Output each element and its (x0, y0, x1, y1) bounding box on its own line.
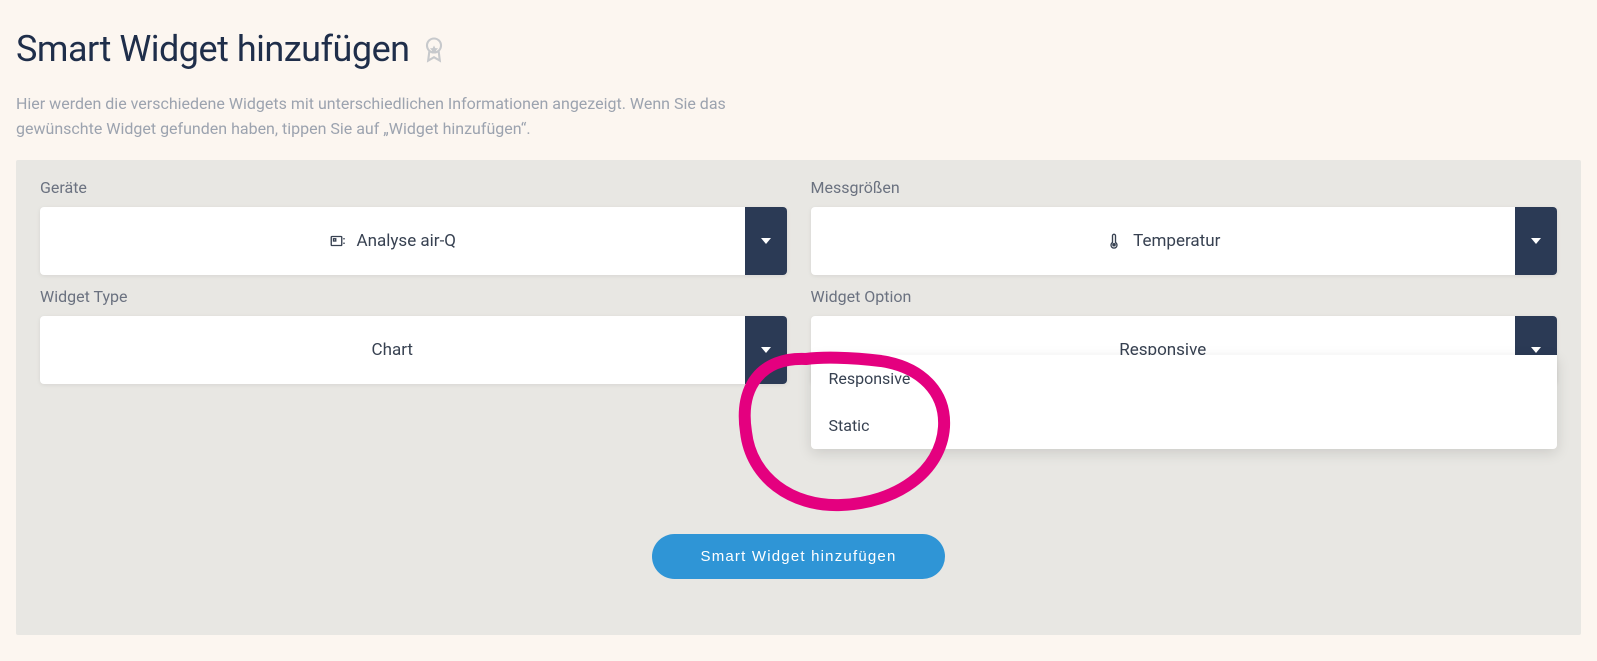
measures-selected-value: Temperatur (1133, 231, 1220, 251)
devices-dropdown-toggle[interactable] (745, 207, 787, 275)
chevron-down-icon (1531, 347, 1541, 353)
measures-dropdown-toggle[interactable] (1515, 207, 1557, 275)
widget-type-label: Widget Type (40, 287, 787, 306)
measures-select[interactable]: Temperatur (811, 207, 1516, 275)
widget-option-item-responsive[interactable]: Responsive (811, 355, 1558, 402)
device-rectangle-icon (329, 232, 347, 250)
award-ribbon-icon (420, 35, 448, 63)
chevron-down-icon (1531, 238, 1541, 244)
widget-option-label: Widget Option (811, 287, 1558, 306)
widget-type-dropdown-toggle[interactable] (745, 316, 787, 384)
widget-type-selected-value: Chart (372, 340, 413, 360)
page-title: Smart Widget hinzufügen (16, 28, 410, 70)
devices-label: Geräte (40, 178, 787, 197)
add-smart-widget-button[interactable]: Smart Widget hinzufügen (652, 534, 944, 579)
thermometer-icon (1105, 232, 1123, 250)
widget-option-item-static[interactable]: Static (811, 402, 1558, 449)
widget-config-panel: Geräte Analyse air-Q (16, 160, 1581, 635)
widget-option-dropdown-menu: Responsive Static (811, 355, 1558, 449)
chevron-down-icon (761, 238, 771, 244)
widget-type-select[interactable]: Chart (40, 316, 745, 384)
devices-select[interactable]: Analyse air-Q (40, 207, 745, 275)
measures-label: Messgrößen (811, 178, 1558, 197)
devices-selected-value: Analyse air-Q (357, 231, 456, 251)
chevron-down-icon (761, 347, 771, 353)
page-subtitle: Hier werden die verschiedene Widgets mit… (16, 92, 776, 142)
